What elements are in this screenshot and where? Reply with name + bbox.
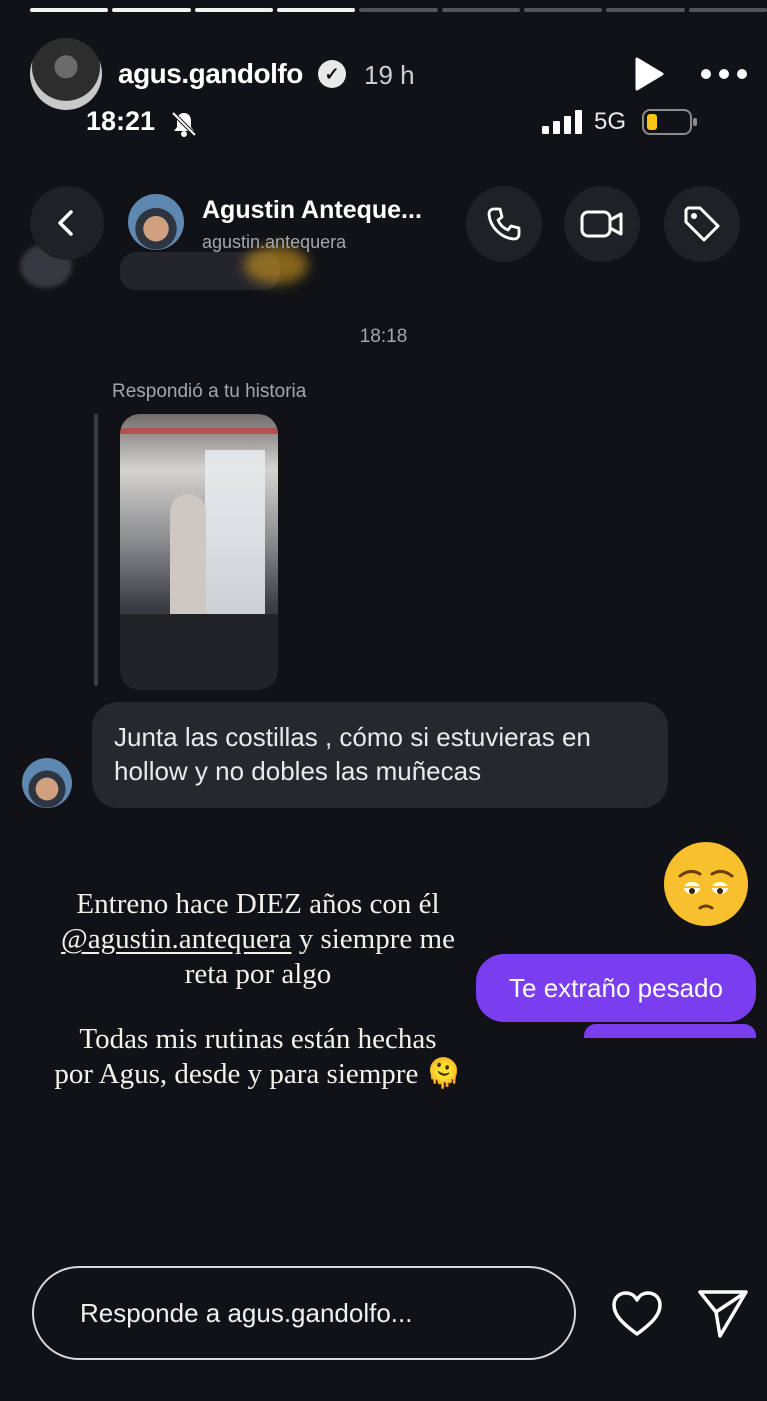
story-progress-segment [441,8,520,12]
story-progress-segment [523,8,603,12]
status-clock: 18:21 [86,106,156,136]
tag-icon [684,206,720,242]
story-progress-segment [606,8,685,12]
phone-icon [487,207,521,241]
signal-icon [542,110,582,134]
chevron-left-icon [58,210,73,236]
sender-avatar[interactable] [22,758,72,808]
heart-icon[interactable] [610,1290,664,1338]
replied-to-story-label: Respondió a tu historia [112,381,307,402]
story-author-avatar[interactable] [30,38,102,110]
verified-badge-icon: ✓ [318,60,346,88]
caption-line-2-rest: y siempre me [291,923,455,955]
story-caption-line-4: Todas mis rutinas están hechas [79,1023,437,1055]
story-thumbnail[interactable] [120,414,278,690]
story-reply-input[interactable]: Responde a agus.gandolfo... [32,1266,576,1360]
audio-call-button[interactable] [466,186,542,262]
story-caption-line-3: reta por algo [184,958,332,990]
bell-muted-icon [171,111,197,137]
video-call-button[interactable] [564,186,640,262]
contact-handle: agustin.antequera [202,232,347,252]
story-progress-bar [30,8,767,12]
outgoing-message-partial [584,1024,756,1038]
back-button[interactable] [30,186,104,260]
incoming-message-line-1: Junta las costillas , cómo si estuvieras… [114,722,591,752]
play-icon[interactable] [630,56,666,92]
pleading-face-emoji [664,842,748,926]
story-progress-segment [276,8,356,12]
video-camera-icon [580,210,623,238]
contact-avatar[interactable] [128,194,184,250]
story-progress-segment [359,8,438,12]
story-caption-line-2: @agustin.antequera y siempre me [30,922,486,957]
reply-indicator-line [94,414,98,686]
story-progress-segment [688,8,767,12]
more-options-icon[interactable] [700,64,748,84]
send-icon[interactable] [696,1288,750,1340]
contact-name[interactable]: Agustin Anteque... [202,196,422,225]
network-type: 5G [594,108,627,135]
story-caption-line-5: por Agus, desde y para siempre 🫠 [54,1058,462,1090]
story-progress-segment [112,8,191,12]
message-timestamp: 18:18 [359,326,408,347]
battery-icon [642,109,697,135]
outgoing-message[interactable]: Te extraño pesado [476,954,756,1022]
story-caption-line-1: Entreno hace DIEZ años con él [76,888,440,920]
story-time-ago: 19 h [364,60,415,90]
tag-button[interactable] [664,186,740,262]
caption-mention-link[interactable]: @agustin.antequera [61,923,291,955]
incoming-message[interactable]: Junta las costillas , cómo si estuvieras… [92,702,668,808]
incoming-message-line-2: hollow y no dobles las muñecas [114,756,482,786]
story-progress-segment [194,8,273,12]
story-progress-segment [30,8,109,12]
story-author-username[interactable]: agus.gandolfo [118,58,303,90]
